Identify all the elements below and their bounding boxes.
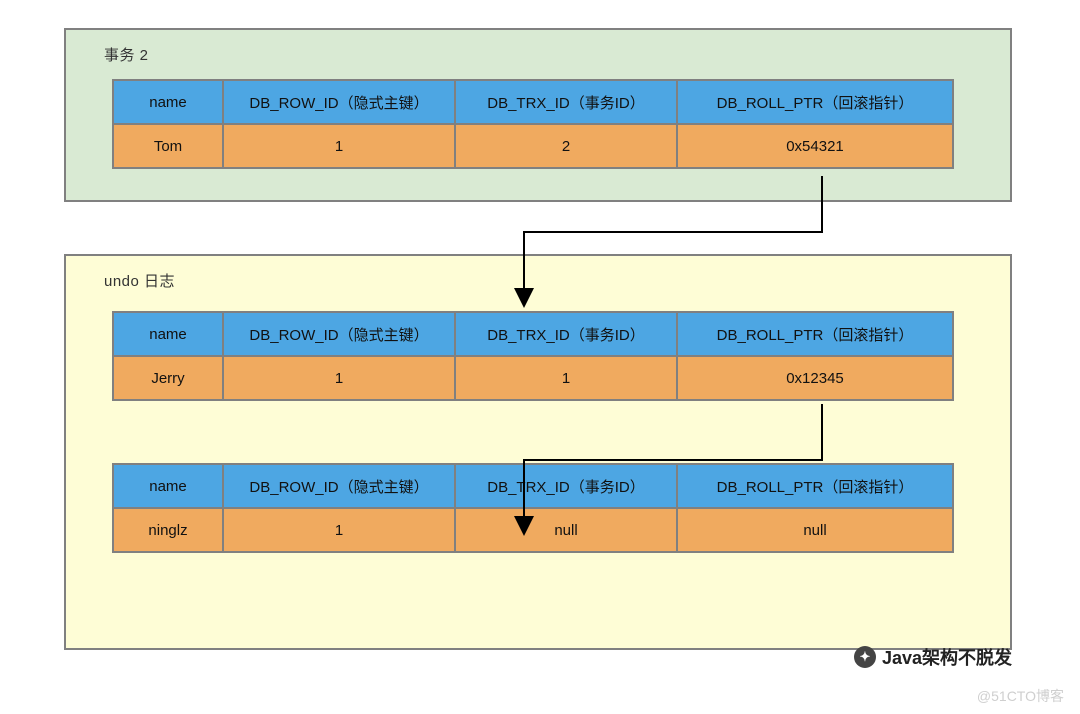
col-rollptr: DB_ROLL_PTR（回滚指针） bbox=[677, 80, 953, 124]
cell-rowid: 1 bbox=[223, 508, 455, 552]
table-header-row: name DB_ROW_ID（隐式主键） DB_TRX_ID（事务ID） DB_… bbox=[113, 464, 953, 508]
watermark-blog: @51CTO博客 bbox=[977, 686, 1064, 706]
col-name: name bbox=[113, 464, 223, 508]
col-name: name bbox=[113, 80, 223, 124]
col-rowid: DB_ROW_ID（隐式主键） bbox=[223, 464, 455, 508]
panel-undo-title: undo 日志 bbox=[104, 270, 992, 291]
col-rowid: DB_ROW_ID（隐式主键） bbox=[223, 312, 455, 356]
wechat-icon: ✦ bbox=[854, 646, 876, 668]
panel-transaction-title: 事务 2 bbox=[104, 44, 992, 65]
cell-rollptr: 0x12345 bbox=[677, 356, 953, 400]
cell-rowid: 1 bbox=[223, 356, 455, 400]
cell-trxid: null bbox=[455, 508, 677, 552]
cell-trxid: 2 bbox=[455, 124, 677, 168]
table-row: Tom 1 2 0x54321 bbox=[113, 124, 953, 168]
col-trxid: DB_TRX_ID（事务ID） bbox=[455, 80, 677, 124]
diagram-canvas: 事务 2 name DB_ROW_ID（隐式主键） DB_TRX_ID（事务ID… bbox=[0, 0, 1080, 714]
col-rowid: DB_ROW_ID（隐式主键） bbox=[223, 80, 455, 124]
col-rollptr: DB_ROLL_PTR（回滚指针） bbox=[677, 464, 953, 508]
col-name: name bbox=[113, 312, 223, 356]
table-undo-2: name DB_ROW_ID（隐式主键） DB_TRX_ID（事务ID） DB_… bbox=[112, 463, 954, 553]
col-rollptr: DB_ROLL_PTR（回滚指针） bbox=[677, 312, 953, 356]
col-trxid: DB_TRX_ID（事务ID） bbox=[455, 464, 677, 508]
panel-undo: undo 日志 name DB_ROW_ID（隐式主键） DB_TRX_ID（事… bbox=[64, 254, 1012, 650]
watermark-channel-text: Java架构不脱发 bbox=[882, 644, 1012, 670]
table-gap bbox=[84, 401, 992, 463]
cell-name: Jerry bbox=[113, 356, 223, 400]
table-undo-1: name DB_ROW_ID（隐式主键） DB_TRX_ID（事务ID） DB_… bbox=[112, 311, 954, 401]
watermark-channel: ✦ Java架构不脱发 bbox=[854, 644, 1012, 670]
col-trxid: DB_TRX_ID（事务ID） bbox=[455, 312, 677, 356]
table-header-row: name DB_ROW_ID（隐式主键） DB_TRX_ID（事务ID） DB_… bbox=[113, 312, 953, 356]
panel-transaction: 事务 2 name DB_ROW_ID（隐式主键） DB_TRX_ID（事务ID… bbox=[64, 28, 1012, 202]
table-row: Jerry 1 1 0x12345 bbox=[113, 356, 953, 400]
table-header-row: name DB_ROW_ID（隐式主键） DB_TRX_ID（事务ID） DB_… bbox=[113, 80, 953, 124]
cell-name: ninglz bbox=[113, 508, 223, 552]
cell-rollptr: 0x54321 bbox=[677, 124, 953, 168]
table-transaction: name DB_ROW_ID（隐式主键） DB_TRX_ID（事务ID） DB_… bbox=[112, 79, 954, 169]
cell-trxid: 1 bbox=[455, 356, 677, 400]
cell-rowid: 1 bbox=[223, 124, 455, 168]
table-row: ninglz 1 null null bbox=[113, 508, 953, 552]
cell-rollptr: null bbox=[677, 508, 953, 552]
cell-name: Tom bbox=[113, 124, 223, 168]
